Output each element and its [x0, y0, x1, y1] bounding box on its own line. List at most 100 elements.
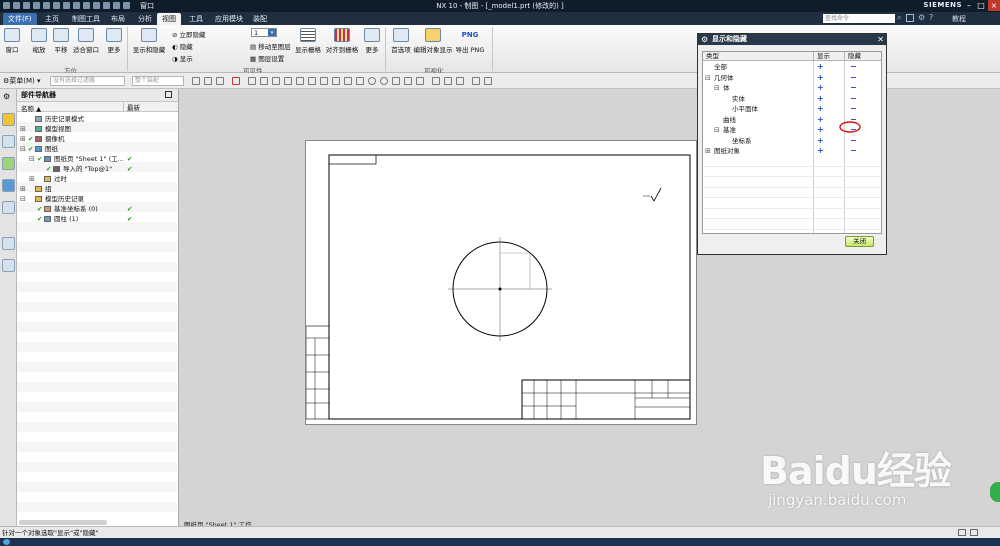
select-icon[interactable] — [192, 77, 200, 85]
tree-item[interactable]: ✔ 圆柱 (1) ✔ — [17, 214, 177, 224]
quadrant-icon[interactable] — [344, 77, 352, 85]
tab-tools[interactable]: 工具 — [184, 13, 208, 25]
edit-object-display-button[interactable]: 编辑对象显示 — [413, 28, 453, 54]
tab-analysis[interactable]: 分析 — [133, 13, 157, 25]
more-visibility-button[interactable]: 更多 — [362, 28, 382, 54]
show-plus-button[interactable]: + — [817, 115, 824, 125]
hide-minus-button[interactable]: − — [850, 104, 857, 114]
display-icon[interactable] — [456, 77, 464, 85]
checkmark-icon[interactable]: ✔ — [46, 164, 51, 174]
filter-icon[interactable] — [216, 77, 224, 85]
arc-center-icon[interactable] — [356, 77, 364, 85]
checkmark-icon[interactable]: ✔ — [37, 154, 42, 164]
help-icon[interactable]: ? — [929, 13, 933, 22]
close-window-button[interactable]: × — [988, 0, 1000, 11]
expand-toggle-icon[interactable]: ⊞ — [705, 146, 711, 156]
end-point-icon[interactable] — [248, 77, 256, 85]
checkmark-icon[interactable]: ✔ — [37, 214, 42, 224]
dialog-title-bar[interactable]: ⚙ 显示和隐藏 ✕ — [698, 34, 886, 45]
expand-toggle-icon[interactable]: ⊟ — [20, 144, 26, 154]
history-icon[interactable] — [2, 201, 15, 214]
hide-button[interactable]: ◐ 隐藏 — [172, 41, 193, 51]
tree-item[interactable]: ⊞ 模型视图 — [17, 124, 177, 134]
perpendicular-icon[interactable] — [320, 77, 328, 85]
fit-window-button[interactable]: 适合窗口 — [72, 28, 100, 54]
tangent-icon[interactable] — [332, 77, 340, 85]
menu-button[interactable]: ⚙菜单(M) ▾ — [3, 76, 41, 86]
show-hide-button[interactable]: 显示和隐藏 — [131, 28, 167, 54]
pan-button[interactable]: 平移 — [51, 28, 71, 54]
maximize-button[interactable]: □ — [975, 0, 987, 11]
expand-toggle-icon[interactable]: ⊞ — [20, 124, 26, 134]
preferences-button[interactable]: 首选项 — [390, 28, 412, 54]
tree-item[interactable]: ⊞ ✔ 摄像机 — [17, 134, 177, 144]
hide-minus-button[interactable]: − — [850, 136, 857, 146]
line-icon[interactable] — [296, 77, 304, 85]
control-point-icon[interactable] — [272, 77, 280, 85]
show-button[interactable]: ◑ 显示 — [172, 53, 193, 63]
close-icon[interactable]: ✕ — [877, 34, 884, 45]
tree-item[interactable]: ⊟ ✔ 图纸页 "Sheet 1" (工... ✔ — [17, 154, 177, 164]
command-search-input[interactable]: 查找命令 — [823, 14, 895, 23]
snap-point-icon[interactable] — [232, 77, 240, 85]
expand-toggle-icon[interactable]: ⊞ — [20, 134, 26, 144]
checkmark-icon[interactable]: ✔ — [28, 144, 33, 154]
more-orient-button[interactable]: 更多 — [104, 28, 124, 54]
window-button[interactable]: 窗口 — [3, 28, 21, 54]
tree-item[interactable]: ⊟ 模型历史记录 — [17, 194, 177, 204]
minimize-button[interactable]: – — [963, 0, 975, 11]
clock-icon[interactable] — [2, 237, 15, 250]
selection-scope-select[interactable]: 整个装配 — [132, 76, 184, 86]
gear-icon[interactable]: ⚙ — [701, 34, 708, 45]
type-filter-select[interactable]: 没有选择过滤器 — [50, 76, 125, 86]
show-plus-button[interactable]: + — [817, 125, 824, 135]
expand-toggle-icon[interactable]: ⊟ — [705, 73, 711, 83]
line-icon[interactable] — [308, 77, 316, 85]
gear-icon[interactable]: ⚙ — [918, 13, 925, 22]
fullscreen-icon[interactable] — [906, 14, 914, 22]
expand-toggle-icon[interactable]: ⊞ — [29, 174, 35, 184]
full-screen-icon[interactable] — [958, 529, 966, 536]
export-png-button[interactable]: PNG 导出 PNG — [455, 28, 485, 54]
side-feedback-button[interactable] — [990, 482, 1000, 502]
checkmark-icon[interactable]: ✔ — [37, 204, 42, 214]
orient-icon[interactable] — [484, 77, 492, 85]
render-icon[interactable] — [444, 77, 452, 85]
pole-icon[interactable] — [416, 77, 424, 85]
hide-minus-button[interactable]: − — [850, 146, 857, 156]
show-plus-button[interactable]: + — [817, 104, 824, 114]
tab-view[interactable]: 视图 — [157, 13, 181, 25]
point-on-curve-icon[interactable] — [380, 77, 388, 85]
show-plus-button[interactable]: + — [817, 73, 824, 83]
zoom-button[interactable]: 缩放 — [29, 28, 49, 54]
part-navigator-icon[interactable] — [2, 113, 15, 126]
horizontal-scrollbar[interactable] — [19, 520, 107, 525]
deselect-icon[interactable] — [204, 77, 212, 85]
tree-item[interactable]: ⊞ 过时 — [17, 174, 177, 184]
snap-to-grid-button[interactable]: 对齐到栅格 — [325, 28, 359, 54]
search-icon[interactable]: ⌕ — [897, 13, 901, 23]
tab-assembly[interactable]: 装配 — [248, 13, 272, 25]
tutorial-link[interactable]: 教程 — [952, 14, 966, 24]
show-plus-button[interactable]: + — [817, 62, 824, 72]
file-menu[interactable]: 文件(F) — [3, 13, 37, 25]
intersection-icon[interactable] — [284, 77, 292, 85]
close-button[interactable]: 关闭 — [845, 236, 874, 247]
show-plus-button[interactable]: + — [817, 83, 824, 93]
wcs-icon[interactable] — [472, 77, 480, 85]
expand-toggle-icon[interactable]: ⊟ — [714, 125, 720, 135]
tree-item[interactable]: ⊞ 组 — [17, 184, 177, 194]
tab-application[interactable]: 应用模块 — [210, 13, 248, 25]
circle-icon[interactable] — [368, 77, 376, 85]
role-icon[interactable] — [2, 259, 15, 272]
tree-item[interactable]: ✔ 导入的 "Top@1" ✔ — [17, 164, 177, 174]
hide-minus-button[interactable]: − — [850, 73, 857, 83]
layer-settings-button[interactable]: ▦ 图层设置 — [250, 53, 284, 63]
show-plus-button[interactable]: + — [817, 136, 824, 146]
hide-minus-button[interactable]: − — [850, 62, 857, 72]
status-options-icon[interactable] — [970, 529, 978, 536]
checkmark-icon[interactable]: ✔ — [28, 134, 33, 144]
hide-minus-button[interactable]: − — [850, 83, 857, 93]
hide-minus-button[interactable]: − — [850, 94, 857, 104]
start-icon[interactable] — [3, 539, 10, 545]
